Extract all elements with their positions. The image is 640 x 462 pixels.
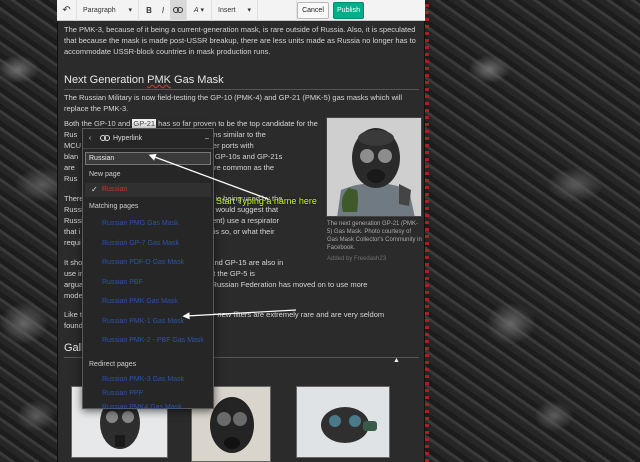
annotation-arrow-to-input bbox=[148, 153, 269, 200]
annotation-arrow-to-list bbox=[182, 309, 297, 320]
annotation-arrows bbox=[148, 153, 297, 320]
